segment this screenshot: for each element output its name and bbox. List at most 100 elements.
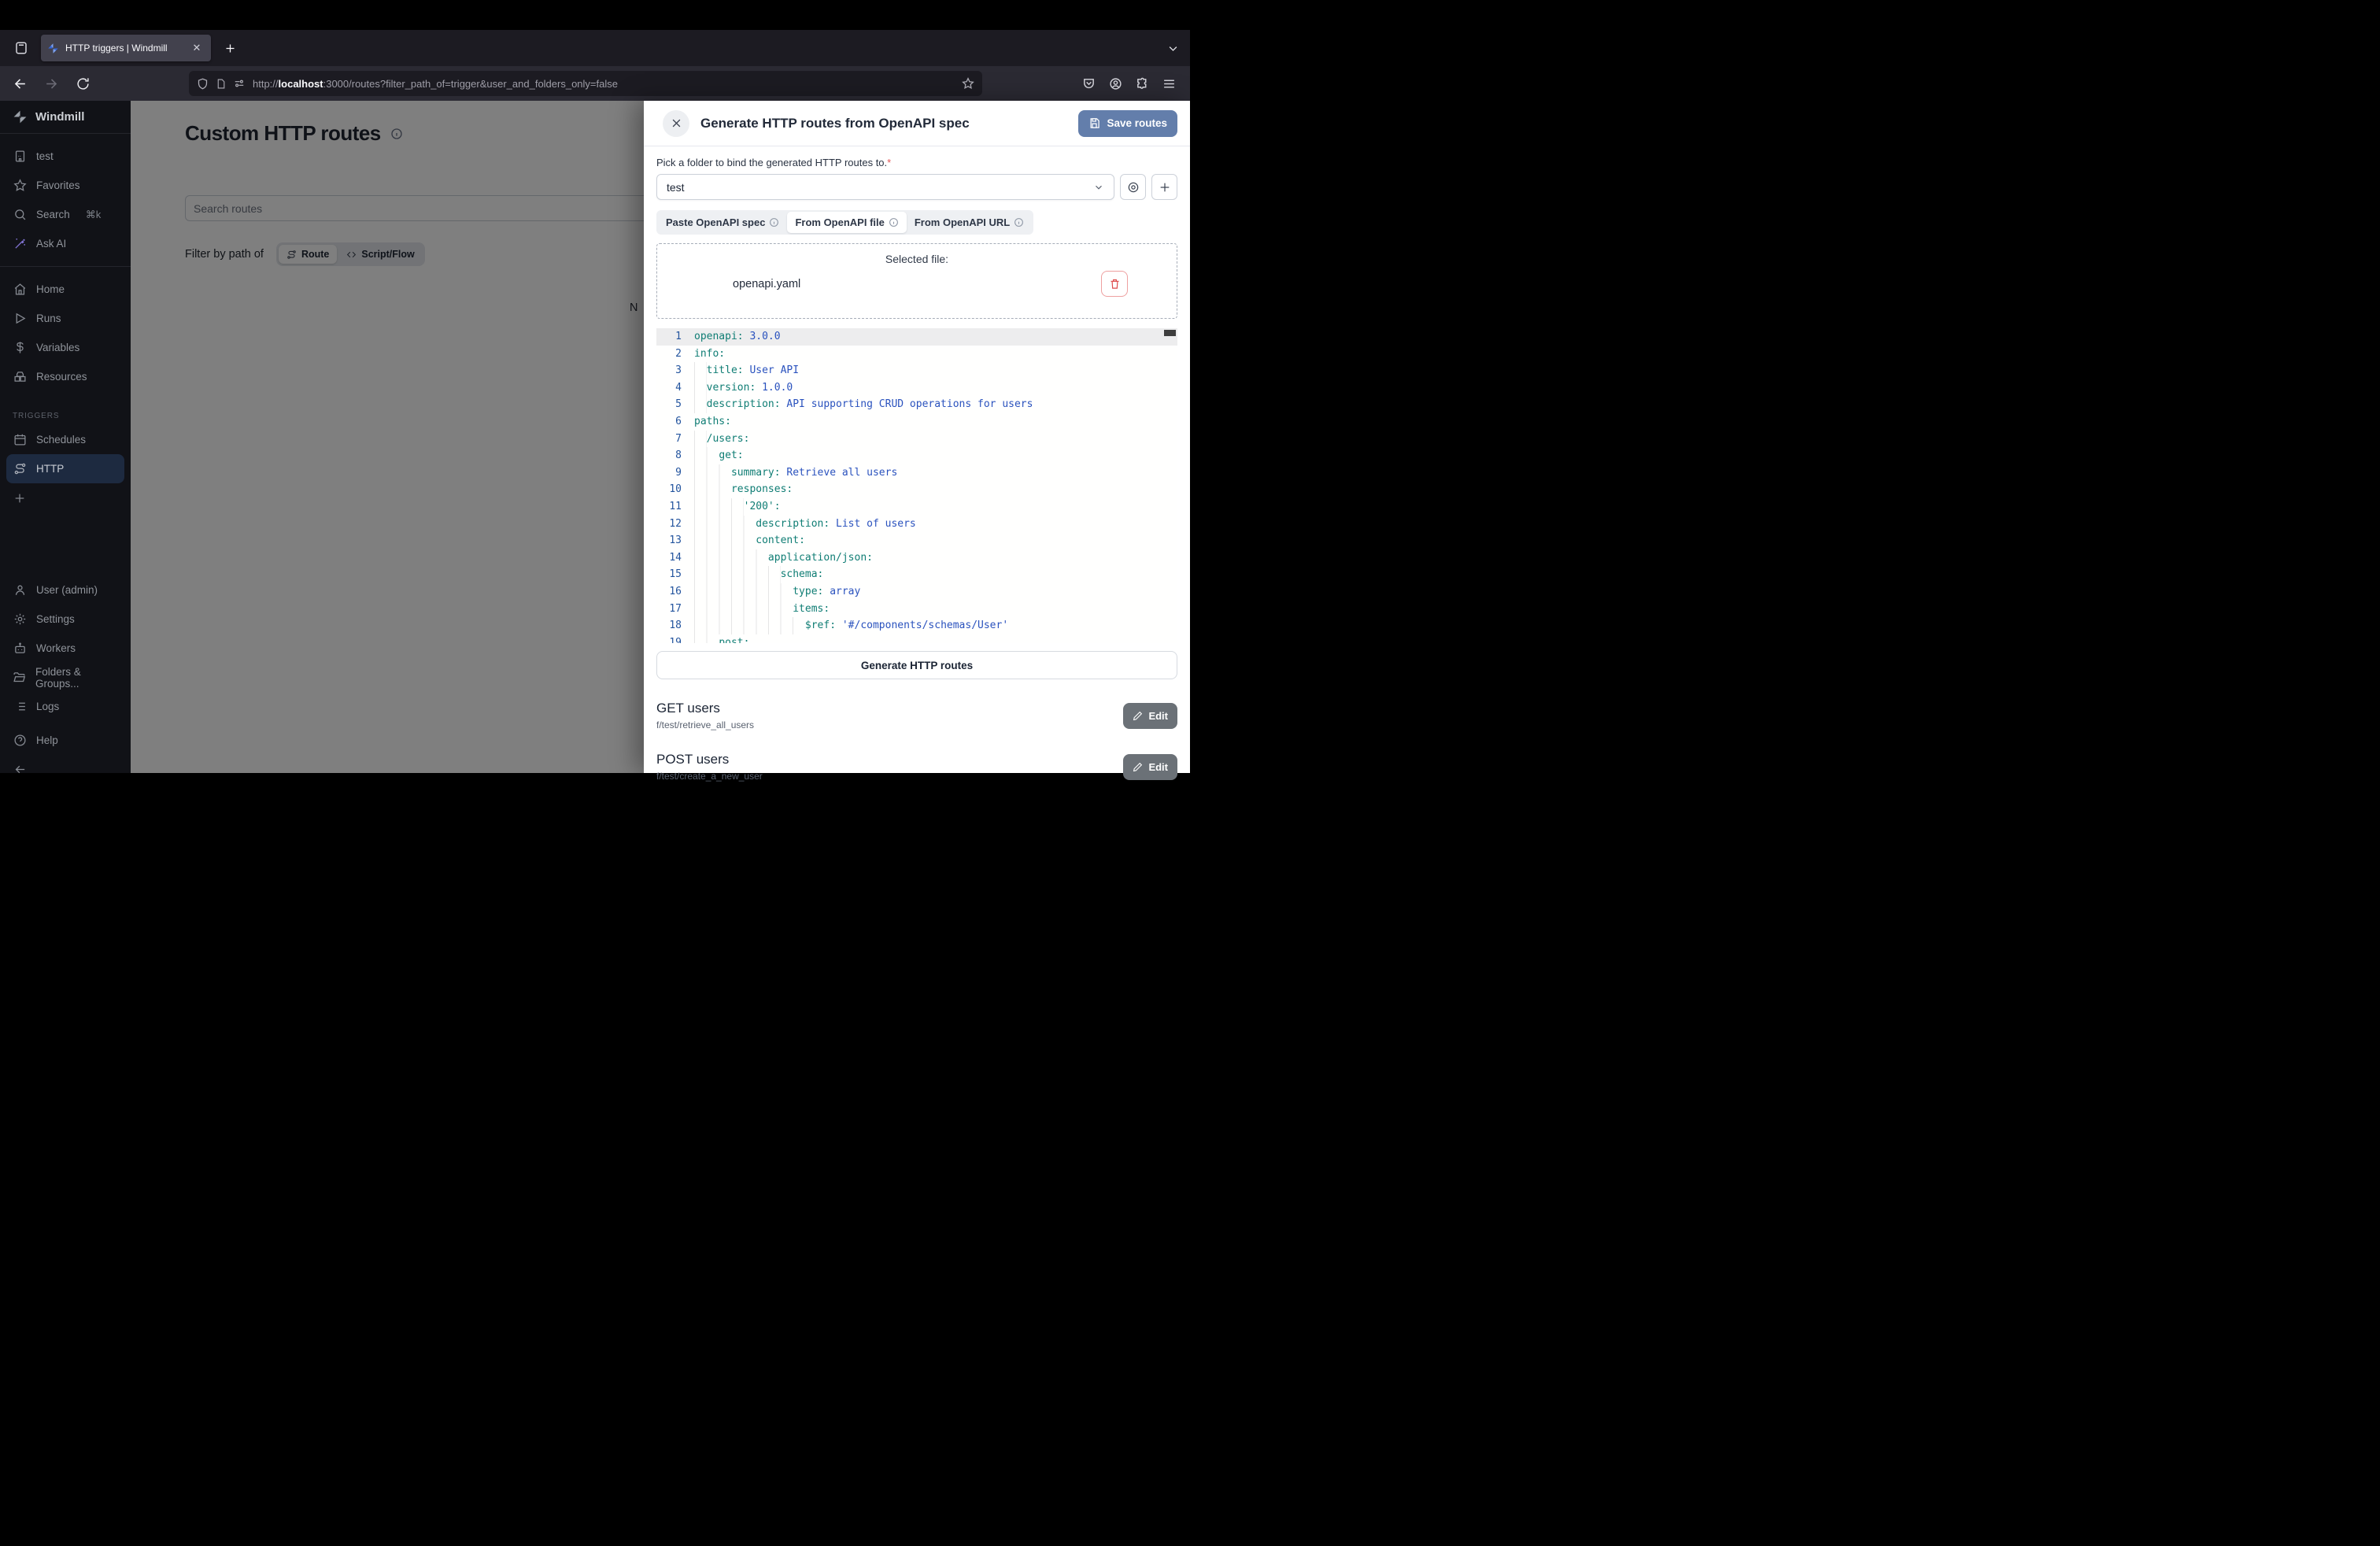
editor-scrollbar-thumb[interactable]	[1164, 330, 1176, 336]
selected-file-name: openapi.yaml	[733, 278, 800, 290]
browser-tab[interactable]: HTTP triggers | Windmill ✕	[41, 35, 211, 61]
route-title: GET users	[656, 701, 754, 716]
plus-icon	[13, 492, 27, 505]
spec-source-tabs: Paste OpenAPI spec From OpenAPI file Fro…	[656, 210, 1033, 235]
sidebar-item-label: test	[36, 150, 54, 162]
sidebar: Windmill test Favorites Search ⌘k Ask AI	[0, 101, 131, 773]
tab-close-icon[interactable]: ✕	[189, 40, 205, 56]
wand-icon	[13, 237, 27, 250]
folder-select[interactable]: test	[656, 174, 1114, 200]
selected-file-caption: Selected file:	[657, 253, 1177, 265]
sidebar-account-group: User (admin) Settings Workers Folders & …	[0, 568, 131, 729]
page-info-icon[interactable]	[216, 78, 226, 90]
dollar-icon	[13, 341, 27, 354]
sidebar-item-label: User (admin)	[36, 584, 98, 596]
pencil-icon	[1133, 762, 1143, 772]
sidebar-item-label: Help	[36, 734, 58, 746]
brand[interactable]: Windmill	[0, 101, 131, 134]
tab-paste-spec[interactable]: Paste OpenAPI spec	[658, 212, 787, 233]
browser-toolbar: http://localhost:3000/routes?filter_path…	[0, 66, 1190, 101]
sidebar-item-home[interactable]: Home	[0, 275, 131, 304]
tab-label: Paste OpenAPI spec	[666, 216, 765, 228]
list-tabs-chevron-icon[interactable]	[1167, 43, 1179, 54]
sidebar-item-variables[interactable]: Variables	[0, 333, 131, 362]
delete-file-button[interactable]	[1101, 271, 1128, 297]
pocket-icon[interactable]	[1082, 77, 1096, 91]
user-icon	[13, 583, 27, 597]
sidebar-workspace-group: test Favorites Search ⌘k Ask AI	[0, 134, 131, 266]
edit-route-button[interactable]: Edit	[1123, 703, 1177, 729]
add-folder-button[interactable]	[1151, 174, 1177, 200]
reload-button[interactable]	[74, 77, 91, 91]
selected-file-dropzone[interactable]: Selected file: openapi.yaml	[656, 243, 1177, 319]
firefox-view-icon[interactable]	[9, 36, 33, 60]
route-path: f/test/retrieve_all_users	[656, 719, 754, 730]
boxes-icon	[13, 370, 27, 383]
sidebar-item-workspace[interactable]: test	[0, 142, 131, 171]
sidebar-item-label: Runs	[36, 313, 61, 324]
sidebar-nav-group: Home Runs Variables Resources	[0, 266, 131, 399]
sidebar-item-settings[interactable]: Settings	[0, 605, 131, 634]
back-button[interactable]	[11, 76, 28, 91]
sidebar-add-trigger[interactable]	[0, 483, 131, 512]
sidebar-collapse-button[interactable]	[0, 755, 131, 784]
list-icon	[13, 700, 27, 713]
info-icon	[889, 217, 899, 227]
generate-routes-drawer: Generate HTTP routes from OpenAPI spec S…	[644, 101, 1190, 773]
view-folder-button[interactable]	[1120, 174, 1146, 200]
permissions-icon[interactable]	[233, 78, 246, 89]
new-tab-button[interactable]	[219, 37, 241, 59]
window-titlebar	[0, 0, 1190, 30]
gear-icon	[13, 612, 27, 626]
sidebar-item-workers[interactable]: Workers	[0, 634, 131, 663]
extensions-icon[interactable]	[1136, 77, 1149, 91]
plus-icon	[1159, 181, 1171, 194]
calendar-icon	[13, 433, 27, 446]
sidebar-item-label: Home	[36, 283, 65, 295]
pencil-icon	[1133, 711, 1143, 721]
sidebar-item-label: Workers	[36, 642, 76, 654]
url-bar[interactable]: http://localhost:3000/routes?filter_path…	[189, 71, 982, 96]
route-icon	[13, 462, 27, 475]
openapi-code-editor[interactable]: 1openapi:3.0.0 2info: 3 title:User API 4…	[656, 328, 1177, 643]
folder-open-icon	[13, 671, 26, 684]
search-icon	[13, 208, 27, 221]
sidebar-item-runs[interactable]: Runs	[0, 304, 131, 333]
bookmark-star-icon[interactable]	[962, 77, 974, 90]
generate-routes-button[interactable]: Generate HTTP routes	[656, 651, 1177, 679]
tab-from-file[interactable]: From OpenAPI file	[787, 212, 906, 233]
sidebar-item-label: Settings	[36, 613, 75, 625]
tab-title: HTTP triggers | Windmill	[65, 43, 183, 54]
sidebar-item-folders-groups[interactable]: Folders & Groups...	[0, 663, 131, 692]
sidebar-item-help[interactable]: Help	[0, 726, 131, 755]
sidebar-item-search[interactable]: Search ⌘k	[0, 200, 131, 229]
toolbar-right-cluster	[1082, 77, 1179, 91]
folder-select-value: test	[667, 181, 685, 194]
forward-button[interactable]	[42, 76, 60, 91]
close-icon[interactable]	[663, 110, 689, 137]
save-routes-button[interactable]: Save routes	[1078, 110, 1177, 137]
sidebar-item-ask-ai[interactable]: Ask AI	[0, 229, 131, 258]
app-window: Windmill test Favorites Search ⌘k Ask AI	[0, 101, 1190, 773]
triggers-section-label: TRIGGERS	[0, 399, 131, 423]
tab-from-url[interactable]: From OpenAPI URL	[907, 212, 1032, 233]
play-icon	[13, 312, 27, 325]
windmill-logo-icon	[13, 109, 28, 124]
generated-route-row: POST users f/test/create_a_new_user Edit	[656, 752, 1177, 782]
sidebar-item-http[interactable]: HTTP	[6, 454, 124, 483]
sidebar-item-schedules[interactable]: Schedules	[0, 425, 131, 454]
sidebar-item-resources[interactable]: Resources	[0, 362, 131, 391]
drawer-body: Pick a folder to bind the generated HTTP…	[644, 146, 1190, 782]
sidebar-item-logs[interactable]: Logs	[0, 692, 131, 721]
sidebar-item-favorites[interactable]: Favorites	[0, 171, 131, 200]
account-icon[interactable]	[1109, 77, 1122, 91]
shield-icon[interactable]	[197, 78, 209, 90]
url-text[interactable]: http://localhost:3000/routes?filter_path…	[253, 78, 955, 90]
sidebar-item-user[interactable]: User (admin)	[0, 575, 131, 605]
sidebar-item-label: Ask AI	[36, 238, 66, 250]
sidebar-item-label: Variables	[36, 342, 79, 353]
menu-hamburger-icon[interactable]	[1162, 77, 1176, 91]
folder-select-row: test	[656, 174, 1177, 200]
star-icon	[13, 179, 27, 192]
edit-route-button[interactable]: Edit	[1123, 754, 1177, 780]
